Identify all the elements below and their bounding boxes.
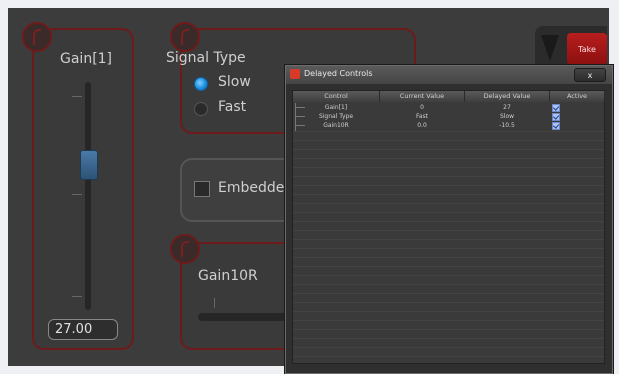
take-button[interactable]: Take [567, 33, 607, 65]
grid-line [293, 284, 604, 285]
gain-panel-title: Gain[1] [60, 51, 113, 67]
grid-line [293, 275, 604, 276]
grid-line [293, 149, 604, 150]
grid-line [293, 140, 604, 141]
column-header-current[interactable]: Current Value [380, 91, 465, 102]
cell-current: Fast [415, 113, 429, 120]
grid-line [293, 230, 604, 231]
gain-panel [32, 28, 134, 350]
radio-fast-label: Fast [218, 99, 247, 115]
delayed-controls-dialog: Delayed Controls x Control Current Value… [285, 65, 613, 374]
cell-control: Gain10R [323, 122, 349, 129]
embedder-checkbox[interactable] [194, 181, 210, 197]
cell-control: Signal Type [318, 113, 354, 120]
grid-line [293, 320, 604, 321]
grid-line [293, 338, 604, 339]
column-header-active[interactable]: Active [550, 91, 605, 102]
radio-slow[interactable] [194, 77, 208, 91]
slider-tick [214, 298, 215, 308]
gain-value-field[interactable]: 27.00 [48, 319, 118, 340]
grid-line [293, 167, 604, 168]
cell-delayed: 27 [503, 104, 511, 111]
grid-line [293, 131, 604, 132]
gain-slider-thumb[interactable] [80, 150, 98, 180]
radio-fast[interactable] [194, 102, 208, 116]
grid-line [293, 158, 604, 159]
close-button[interactable]: x [574, 68, 606, 82]
dialog-titlebar[interactable]: Delayed Controls x [286, 66, 612, 84]
signal-type-title: Signal Type [166, 50, 246, 66]
grid-line [293, 185, 604, 186]
app-icon [290, 69, 300, 79]
grid-line [293, 212, 604, 213]
embedder-label: Embedder [218, 180, 291, 196]
cell-current: 0 [420, 104, 424, 111]
cell-current: 0.0 [417, 122, 427, 129]
grid-line [293, 356, 604, 357]
lock-icon[interactable] [22, 22, 52, 52]
slider-tick [72, 194, 82, 195]
column-header-control[interactable]: Control [293, 91, 380, 102]
cell-delayed: Slow [499, 113, 515, 120]
dialog-title: Delayed Controls [304, 69, 373, 78]
grid-line [293, 221, 604, 222]
slider-tick [72, 96, 82, 97]
grid-line [293, 302, 604, 303]
grid-line [293, 257, 604, 258]
grid-line [293, 239, 604, 240]
grid-line [293, 248, 604, 249]
radio-slow-label: Slow [218, 74, 251, 90]
delayed-controls-table: Control Current Value Delayed Value Acti… [292, 90, 605, 364]
grid-line [293, 176, 604, 177]
grid-line [293, 194, 604, 195]
table-row[interactable]: Gain10R 0.0 -10.5 [293, 122, 604, 130]
lock-icon[interactable] [170, 22, 200, 52]
cell-delayed: -10.5 [499, 122, 515, 129]
column-header-delayed[interactable]: Delayed Value [465, 91, 550, 102]
active-checkbox[interactable] [552, 113, 560, 121]
gain10r-title: Gain10R [198, 268, 258, 284]
table-row[interactable]: Gain[1] 0 27 [293, 104, 604, 112]
active-checkbox[interactable] [552, 104, 560, 112]
grid-line [293, 347, 604, 348]
grid-line [293, 329, 604, 330]
active-checkbox[interactable] [552, 122, 560, 130]
chevron-down-icon[interactable] [541, 35, 559, 61]
lock-icon[interactable] [170, 234, 200, 264]
grid-line [293, 293, 604, 294]
grid-line [293, 266, 604, 267]
slider-tick [72, 296, 82, 297]
gain-slider-track[interactable] [85, 82, 91, 310]
cell-control: Gain[1] [324, 104, 348, 111]
table-row[interactable]: Signal Type Fast Slow [293, 113, 604, 121]
grid-line [293, 203, 604, 204]
grid-line [293, 311, 604, 312]
